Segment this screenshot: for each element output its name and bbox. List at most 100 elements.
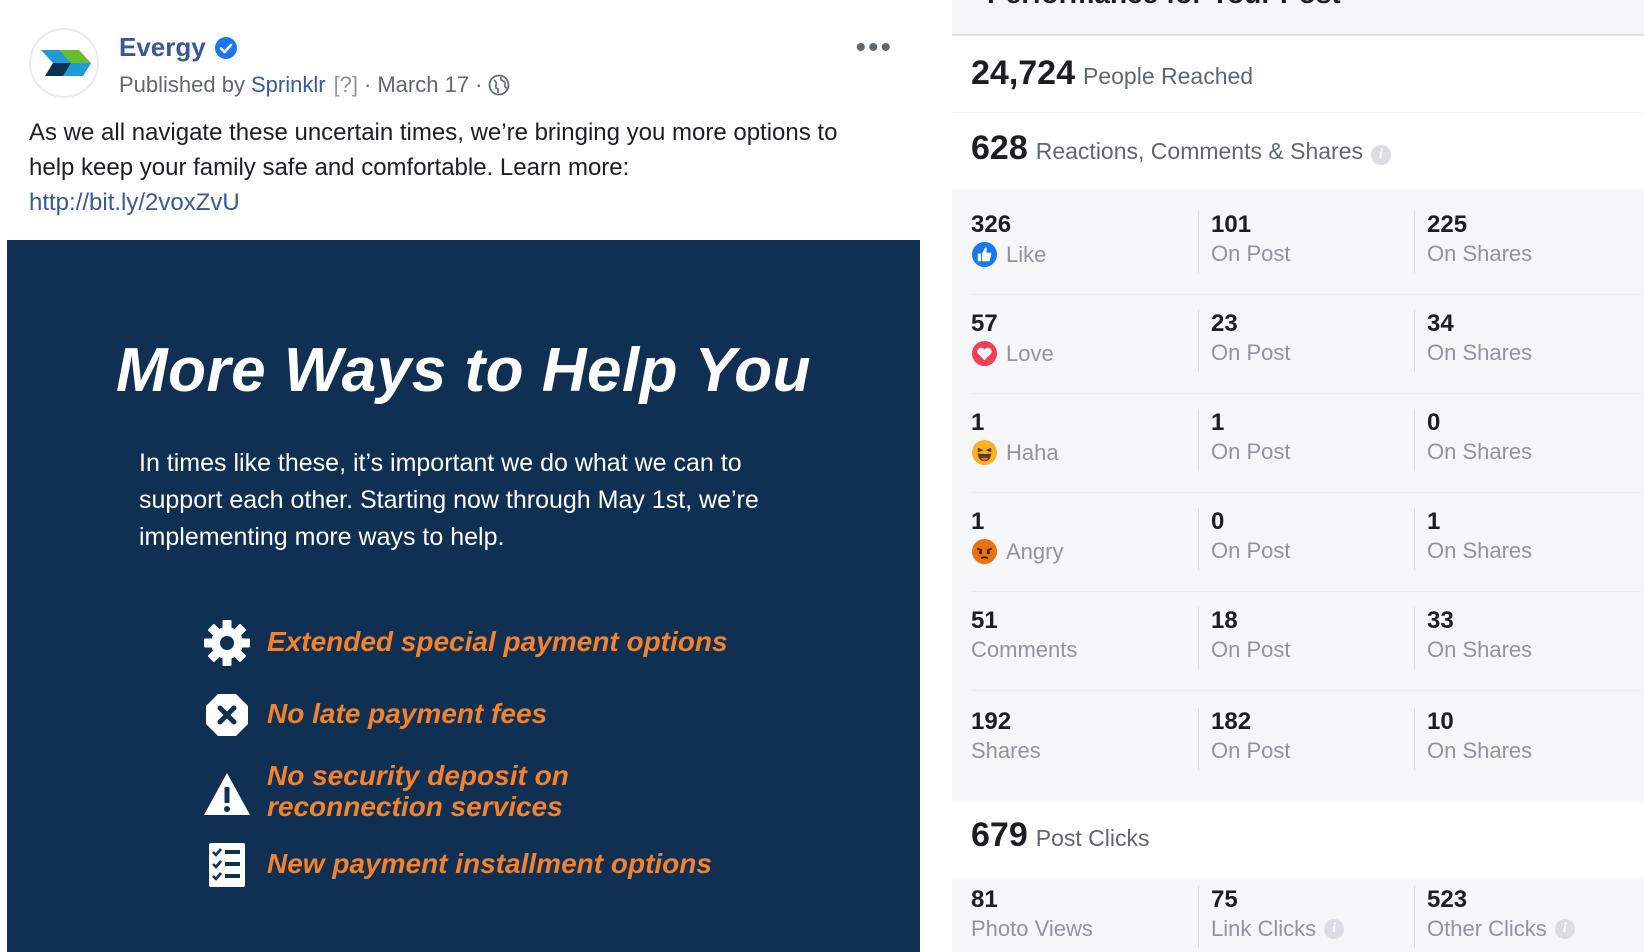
post-image[interactable]: More Ways to Help You In times like thes… bbox=[7, 240, 920, 952]
post-clicks-value: 679 bbox=[971, 816, 1028, 854]
metric-label: Like bbox=[971, 241, 1046, 268]
on-shares-label: On Shares bbox=[1427, 439, 1533, 464]
on-post-cell: 1 On Post bbox=[1198, 409, 1290, 471]
link-clicks-value: 75 bbox=[1211, 886, 1238, 913]
comments-row: 51 Comments 18 On Post 33 On Shares bbox=[952, 593, 1644, 691]
post-date-link[interactable]: March 17 bbox=[377, 72, 469, 98]
post-text: As we all navigate these uncertain times… bbox=[29, 115, 889, 220]
love-total: 57 bbox=[971, 310, 998, 337]
total-cell: 57 Love bbox=[971, 310, 1054, 367]
on-post-value: 18 bbox=[1211, 607, 1238, 634]
info-icon[interactable]: i bbox=[1554, 919, 1575, 939]
photo-views-cell: 81 Photo Views bbox=[971, 886, 1093, 942]
on-shares-value: 0 bbox=[1427, 409, 1441, 436]
on-shares-value: 33 bbox=[1427, 607, 1454, 634]
benefit-text: New payment installment options bbox=[267, 848, 712, 879]
on-shares-label: On Shares bbox=[1427, 738, 1533, 763]
reach-label: People Reached bbox=[1083, 63, 1254, 89]
on-shares-label: On Shares bbox=[1427, 241, 1533, 266]
evergy-logo-icon bbox=[41, 50, 91, 76]
total-cell: 1 Angry bbox=[971, 508, 1063, 565]
page-avatar[interactable] bbox=[29, 28, 99, 98]
post-link[interactable]: http://bit.ly/2voxZvU bbox=[29, 185, 889, 220]
on-post-cell: 182 On Post bbox=[1198, 708, 1290, 770]
banner-title: More Ways to Help You bbox=[116, 336, 811, 405]
reach-value: 24,724 bbox=[971, 54, 1075, 92]
on-shares-value: 225 bbox=[1427, 211, 1468, 238]
meta-separator: · bbox=[475, 72, 483, 97]
shares-row: 192 Shares 182 On Post 10 On Shares bbox=[952, 694, 1644, 792]
on-post-label: On Post bbox=[1211, 738, 1291, 763]
info-icon[interactable]: i bbox=[1370, 144, 1391, 165]
metric-label: Haha bbox=[971, 439, 1059, 466]
like-label: Like bbox=[1006, 241, 1047, 267]
more-options-button[interactable]: ••• bbox=[855, 33, 893, 63]
link-clicks-cell: 75 Link Clicks i bbox=[1198, 886, 1345, 948]
row-divider bbox=[972, 591, 1644, 592]
haha-icon bbox=[971, 439, 998, 466]
reach-section: 24,724 People Reached bbox=[952, 34, 1644, 112]
publisher-link[interactable]: Sprinklr bbox=[251, 72, 326, 98]
metric-label: Angry bbox=[971, 538, 1063, 565]
on-post-value: 101 bbox=[1211, 211, 1252, 238]
link-clicks-label-wrap: Link Clicks i bbox=[1211, 916, 1345, 942]
other-clicks-value: 523 bbox=[1427, 886, 1468, 913]
love-label: Love bbox=[1006, 340, 1054, 366]
post-insights-panel: Performance for Your Post 24,724 People R… bbox=[952, 0, 1644, 952]
post-clicks-section: 679 Post Clicks bbox=[952, 802, 1644, 878]
page-name-text[interactable]: Evergy bbox=[119, 32, 206, 63]
globe-icon[interactable] bbox=[488, 74, 510, 96]
angry-label: Angry bbox=[1006, 538, 1064, 564]
reaction-row-haha: 1 Haha 1 On Post 0 On Shares bbox=[952, 395, 1644, 493]
total-cell: 192 Shares bbox=[971, 708, 1041, 764]
on-shares-label: On Shares bbox=[1427, 538, 1533, 563]
post-header: Evergy Published by Sprinklr [?] · March… bbox=[29, 28, 909, 108]
gear-icon bbox=[204, 620, 250, 666]
insights-title: Performance for Your Post bbox=[987, 0, 1341, 10]
on-shares-cell: 1 On Shares bbox=[1414, 508, 1532, 570]
on-post-cell: 23 On Post bbox=[1198, 310, 1290, 372]
benefit-text-line: reconnection services bbox=[267, 791, 563, 822]
shares-total: 192 bbox=[971, 708, 1012, 735]
row-divider bbox=[972, 294, 1644, 295]
on-shares-cell: 0 On Shares bbox=[1414, 409, 1532, 471]
banner-body: In times like these, it’s important we d… bbox=[139, 449, 759, 551]
engagement-label: Reactions, Comments & Shares bbox=[1035, 138, 1363, 164]
on-shares-value: 1 bbox=[1427, 508, 1441, 535]
post-clicks-label: Post Clicks bbox=[1035, 825, 1150, 851]
benefit-text-line: No security deposit on bbox=[267, 760, 569, 791]
warning-icon bbox=[204, 773, 250, 815]
reaction-row-like: 326 Like 101 On Post 225 On Shares bbox=[952, 197, 1644, 295]
row-divider bbox=[972, 492, 1644, 493]
checklist-icon bbox=[209, 843, 245, 887]
post-meta: Published by Sprinklr [?] · March 17 · bbox=[119, 72, 510, 98]
link-clicks-label: Link Clicks bbox=[1211, 916, 1317, 941]
row-divider bbox=[972, 690, 1644, 691]
total-cell: 1 Haha bbox=[971, 409, 1059, 466]
love-icon bbox=[971, 340, 998, 367]
reaction-row-love: 57 Love 23 On Post 34 On Shares bbox=[952, 296, 1644, 394]
photo-views-value: 81 bbox=[971, 886, 998, 913]
haha-label: Haha bbox=[1006, 439, 1059, 465]
engagement-section: 628 Reactions, Comments & Shares i bbox=[952, 113, 1644, 189]
on-shares-label: On Shares bbox=[1427, 340, 1533, 365]
comments-label: Comments bbox=[971, 637, 1078, 662]
page-name-link[interactable]: Evergy bbox=[119, 32, 238, 63]
like-total: 326 bbox=[971, 211, 1012, 238]
publisher-help-link[interactable]: [?] bbox=[334, 72, 358, 98]
reaction-row-angry: 1 Angry 0 On Post 1 On Shares bbox=[952, 494, 1644, 592]
on-post-label: On Post bbox=[1211, 439, 1291, 464]
meta-separator: · bbox=[364, 72, 372, 97]
metric-label: Love bbox=[971, 340, 1054, 367]
on-post-cell: 18 On Post bbox=[1198, 607, 1290, 669]
info-icon[interactable]: i bbox=[1324, 919, 1345, 939]
clicks-breakdown-row: 81 Photo Views 75 Link Clicks i 523 Other… bbox=[952, 878, 1644, 952]
other-clicks-label: Other Clicks bbox=[1427, 916, 1547, 941]
benefit-text: No late payment fees bbox=[267, 698, 548, 729]
haha-total: 1 bbox=[971, 409, 985, 436]
x-circle-icon bbox=[206, 694, 248, 736]
comments-total: 51 bbox=[971, 607, 998, 634]
on-post-value: 182 bbox=[1211, 708, 1252, 735]
angry-icon bbox=[971, 538, 998, 565]
verified-badge-icon bbox=[214, 36, 237, 59]
